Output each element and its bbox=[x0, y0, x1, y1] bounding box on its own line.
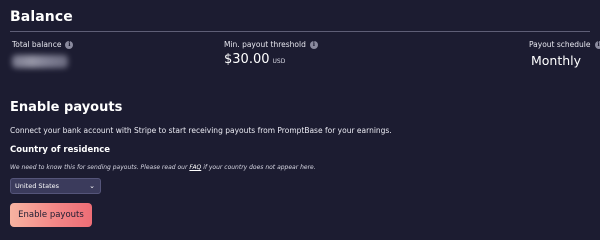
faq-link[interactable]: FAQ bbox=[189, 164, 201, 171]
enable-payouts-button[interactable]: Enable payouts bbox=[10, 203, 92, 227]
enable-payouts-description: Connect your bank account with Stripe to… bbox=[10, 126, 392, 135]
total-balance-label: Total balance i bbox=[12, 40, 74, 49]
payout-threshold-label: Min. payout threshold i bbox=[224, 40, 318, 49]
payout-schedule-label: Payout schedule i bbox=[529, 40, 600, 49]
info-icon[interactable]: i bbox=[309, 40, 318, 49]
payout-schedule-label-text: Payout schedule bbox=[529, 40, 591, 49]
threshold-amount: $30.00 bbox=[224, 52, 270, 67]
country-note-text-end: if your country does not appear here. bbox=[201, 164, 316, 171]
country-select[interactable]: United States ⌄ bbox=[10, 178, 101, 194]
payout-schedule-value: Monthly bbox=[531, 53, 582, 68]
payout-threshold-value: $30.00 USD bbox=[224, 52, 285, 67]
country-of-residence-title: Country of residence bbox=[10, 145, 111, 155]
chevron-down-icon: ⌄ bbox=[89, 182, 95, 190]
divider bbox=[10, 31, 590, 32]
enable-payouts-title: Enable payouts bbox=[10, 100, 123, 115]
total-balance-value-blurred bbox=[12, 55, 68, 68]
country-note: We need to know this for sending payouts… bbox=[10, 164, 316, 171]
info-icon[interactable]: i bbox=[594, 40, 600, 49]
threshold-currency: USD bbox=[272, 58, 286, 65]
country-note-text: We need to know this for sending payouts… bbox=[10, 164, 190, 171]
info-icon[interactable]: i bbox=[65, 40, 74, 49]
total-balance-label-text: Total balance bbox=[12, 40, 62, 49]
balance-title: Balance bbox=[10, 9, 73, 25]
country-select-value: United States bbox=[15, 182, 60, 190]
payout-threshold-label-text: Min. payout threshold bbox=[224, 40, 306, 49]
